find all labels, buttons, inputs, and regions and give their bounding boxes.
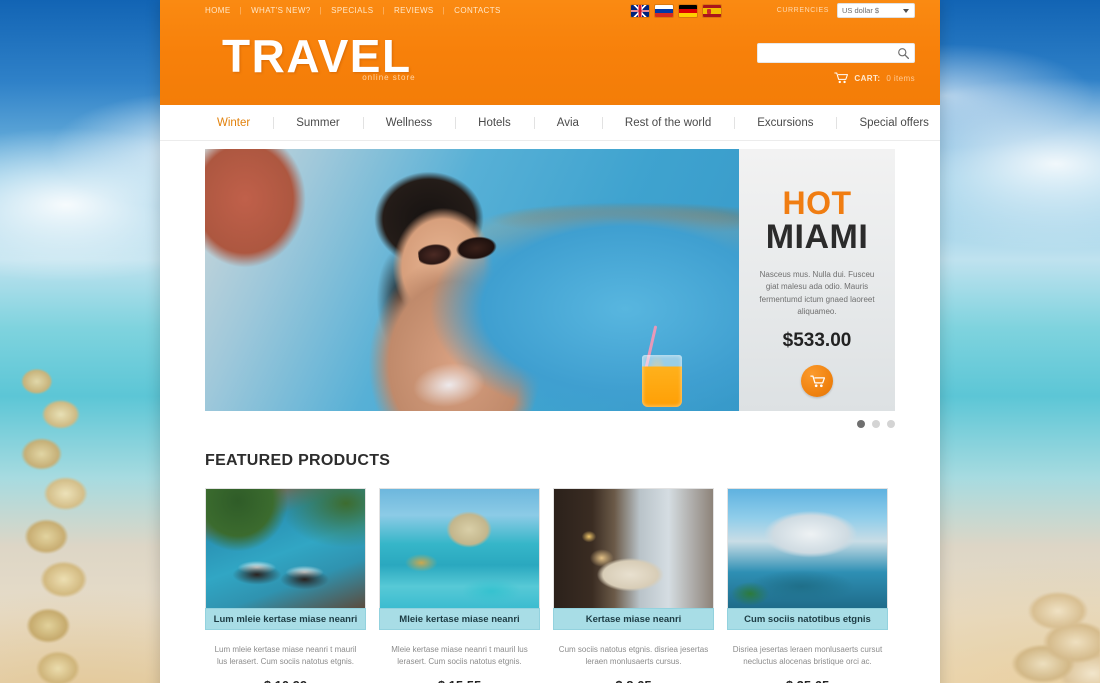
product-price: $ 8.65: [553, 678, 714, 683]
language-flags: [631, 5, 721, 17]
nav-item-avia[interactable]: Avia: [534, 117, 602, 129]
main-navigation: Winter Summer Wellness Hotels Avia Rest …: [160, 105, 940, 141]
logo-subtitle: online store: [362, 73, 416, 82]
hero-price: $533.00: [782, 330, 852, 352]
product-description: Mleie kertase miase neanri t mauril lus …: [391, 645, 528, 666]
currency-label: CURRENCIES: [776, 7, 829, 14]
page-background: HOME | WHAT'S NEW? | SPECIALS | REVIEWS …: [0, 0, 1100, 683]
product-description: Disriea jesertas leraen monlusaerts curs…: [732, 645, 883, 666]
site-header: HOME | WHAT'S NEW? | SPECIALS | REVIEWS …: [160, 0, 940, 105]
product-image[interactable]: [379, 488, 540, 608]
product-card: Kertase miase neanri Cum sociis natotus …: [553, 488, 714, 683]
flag-de-icon[interactable]: [679, 5, 697, 17]
product-card: Cum sociis natotibus etgnis Disriea jese…: [727, 488, 888, 683]
cart-count: 0 items: [886, 73, 915, 83]
top-nav-separator: |: [319, 6, 323, 15]
flag-es-icon[interactable]: [703, 5, 721, 17]
product-image[interactable]: [727, 488, 888, 608]
hero-description: Nasceus mus. Nulla dui. Fusceu giat male…: [759, 269, 875, 316]
nav-item-wellness[interactable]: Wellness: [363, 117, 455, 129]
currency-dropdown[interactable]: US dollar $: [837, 3, 915, 18]
product-name[interactable]: Mleie kertase miase neanri: [379, 608, 540, 630]
swimsuit-detail: [397, 350, 501, 411]
hero-destination: MIAMI: [765, 218, 869, 256]
top-nav-separator: |: [382, 6, 385, 15]
chevron-down-icon: [903, 8, 909, 13]
hero-image[interactable]: [205, 149, 739, 411]
product-card: Mleie kertase miase neanri Mleie kertase…: [379, 488, 540, 683]
top-nav-separator: |: [239, 6, 243, 15]
hero-add-to-cart-button[interactable]: [801, 365, 833, 398]
sunglasses-detail: [416, 231, 506, 269]
top-nav-separator: |: [442, 6, 446, 15]
currency-selector: CURRENCIES US dollar $: [777, 3, 915, 18]
top-link-whats-new[interactable]: WHAT'S NEW?: [242, 6, 320, 15]
featured-products-title: FEATURED PRODUCTS: [205, 452, 391, 469]
top-link-home[interactable]: HOME: [205, 6, 240, 15]
nav-item-excursions[interactable]: Excursions: [734, 117, 836, 129]
hero-badge: HOT: [782, 185, 852, 221]
nav-item-rest-of-the-world[interactable]: Rest of the world: [602, 117, 734, 129]
currency-selected-value: US dollar $: [842, 6, 880, 15]
nav-item-hotels[interactable]: Hotels: [455, 117, 534, 129]
nav-item-summer[interactable]: Summer: [273, 117, 362, 129]
top-link-specials[interactable]: SPECIALS: [322, 6, 382, 15]
nav-item-winter[interactable]: Winter: [205, 117, 273, 129]
nav-item-special-offers[interactable]: Special offers: [836, 117, 951, 129]
cart-summary[interactable]: CART: 0 items: [834, 72, 915, 84]
site-container: HOME | WHAT'S NEW? | SPECIALS | REVIEWS …: [160, 0, 940, 683]
cart-label: CART:: [854, 73, 881, 83]
product-name[interactable]: Cum sociis natotibus etgnis: [727, 608, 888, 630]
search-box: [757, 43, 915, 63]
cart-icon: [809, 375, 825, 387]
top-utility-nav: HOME | WHAT'S NEW? | SPECIALS | REVIEWS …: [205, 6, 510, 15]
search-input[interactable]: [758, 45, 892, 63]
slider-dot-2[interactable]: [872, 420, 880, 428]
top-link-contacts[interactable]: CONTACTS: [445, 6, 510, 15]
slider-dot-1[interactable]: [857, 420, 865, 428]
flag-ru-icon[interactable]: [655, 5, 673, 17]
hero-slider: HOT MIAMI Nasceus mus. Nulla dui. Fusceu…: [205, 149, 895, 411]
product-card: Lum mleie kertase miase neanri Lum mleie…: [205, 488, 366, 683]
cart-icon: [834, 72, 849, 84]
product-description: Cum sociis natotus etgnis. disriea jeser…: [558, 645, 709, 666]
coral-decoration: [8, 355, 104, 683]
slider-dot-3[interactable]: [887, 420, 895, 428]
product-price: $ 15.55: [379, 678, 540, 683]
product-name[interactable]: Lum mleie kertase miase neanri: [205, 608, 366, 630]
product-name[interactable]: Kertase miase neanri: [553, 608, 714, 630]
top-link-reviews[interactable]: REVIEWS: [385, 6, 443, 15]
product-price: $ 25.65: [727, 678, 888, 683]
juice-glass-detail: [642, 355, 682, 407]
product-description: Lum mleie kertase miase neanri t mauril …: [214, 645, 357, 666]
slider-pagination: [160, 420, 895, 428]
search-icon[interactable]: [897, 47, 910, 60]
product-price: $ 10.99: [205, 678, 366, 683]
product-image[interactable]: [553, 488, 714, 608]
flag-uk-icon[interactable]: [631, 5, 649, 17]
hero-offer-panel: HOT MIAMI Nasceus mus. Nulla dui. Fusceu…: [739, 149, 895, 411]
featured-products-grid: Lum mleie kertase miase neanri Lum mleie…: [205, 488, 895, 683]
shell-decoration: [950, 563, 1100, 683]
product-image[interactable]: [205, 488, 366, 608]
site-logo[interactable]: TRAVEL online store: [222, 33, 416, 82]
